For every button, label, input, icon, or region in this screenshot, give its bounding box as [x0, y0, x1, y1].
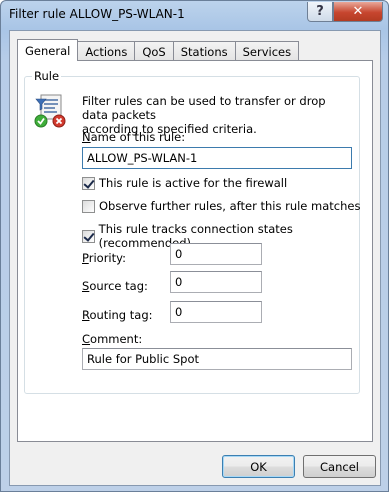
source-tag-label: Source tag: — [82, 279, 148, 293]
rule-name-input[interactable]: ALLOW_PS-WLAN-1 — [82, 147, 352, 169]
comment-label: Comment: — [82, 332, 143, 346]
priority-input[interactable]: 0 — [170, 243, 262, 265]
tab-qos[interactable]: QoS — [135, 41, 174, 61]
help-icon: ? — [316, 4, 324, 19]
rule-name-label: Name of this rule: — [82, 130, 186, 144]
help-button[interactable]: ? — [307, 2, 333, 22]
ok-button[interactable]: OK — [222, 455, 295, 478]
filter-rule-icon — [33, 93, 71, 129]
tab-strip: General Actions QoS Stations Services — [17, 39, 300, 61]
observe-further-rules-checkbox[interactable] — [82, 199, 95, 213]
observe-further-rules-label: Observe further rules, after this rule m… — [99, 199, 361, 213]
rule-description-line-1: Filter rules can be used to transfer or … — [82, 94, 326, 122]
tab-stations[interactable]: Stations — [173, 41, 236, 61]
comment-input[interactable]: Rule for Public Spot — [82, 348, 352, 370]
dialog-client-area: General Actions QoS Stations Services Ru… — [9, 30, 381, 486]
priority-label: Priority: — [82, 251, 126, 265]
close-icon: ✕ — [352, 4, 364, 19]
tab-general[interactable]: General — [17, 39, 79, 61]
observe-further-rules-checkbox-row[interactable]: Observe further rules, after this rule m… — [82, 199, 360, 213]
active-firewall-label: This rule is active for the firewall — [99, 176, 288, 190]
source-tag-input[interactable]: 0 — [170, 271, 262, 293]
cancel-button[interactable]: Cancel — [303, 455, 376, 478]
rule-group-title: Rule — [32, 69, 62, 83]
track-connection-states-checkbox[interactable] — [82, 229, 95, 243]
routing-tag-label: Routing tag: — [82, 308, 153, 322]
tab-services[interactable]: Services — [235, 41, 300, 61]
tab-actions[interactable]: Actions — [78, 41, 136, 61]
window-title: Filter rule ALLOW_PS-WLAN-1 — [9, 7, 185, 21]
active-firewall-checkbox[interactable] — [82, 176, 95, 190]
dialog-window: Filter rule ALLOW_PS-WLAN-1 ? ✕ General … — [0, 0, 389, 492]
active-firewall-checkbox-row[interactable]: This rule is active for the firewall — [82, 176, 287, 190]
close-button[interactable]: ✕ — [333, 2, 383, 22]
title-bar[interactable]: Filter rule ALLOW_PS-WLAN-1 ? ✕ — [1, 1, 388, 29]
routing-tag-input[interactable]: 0 — [170, 301, 262, 323]
